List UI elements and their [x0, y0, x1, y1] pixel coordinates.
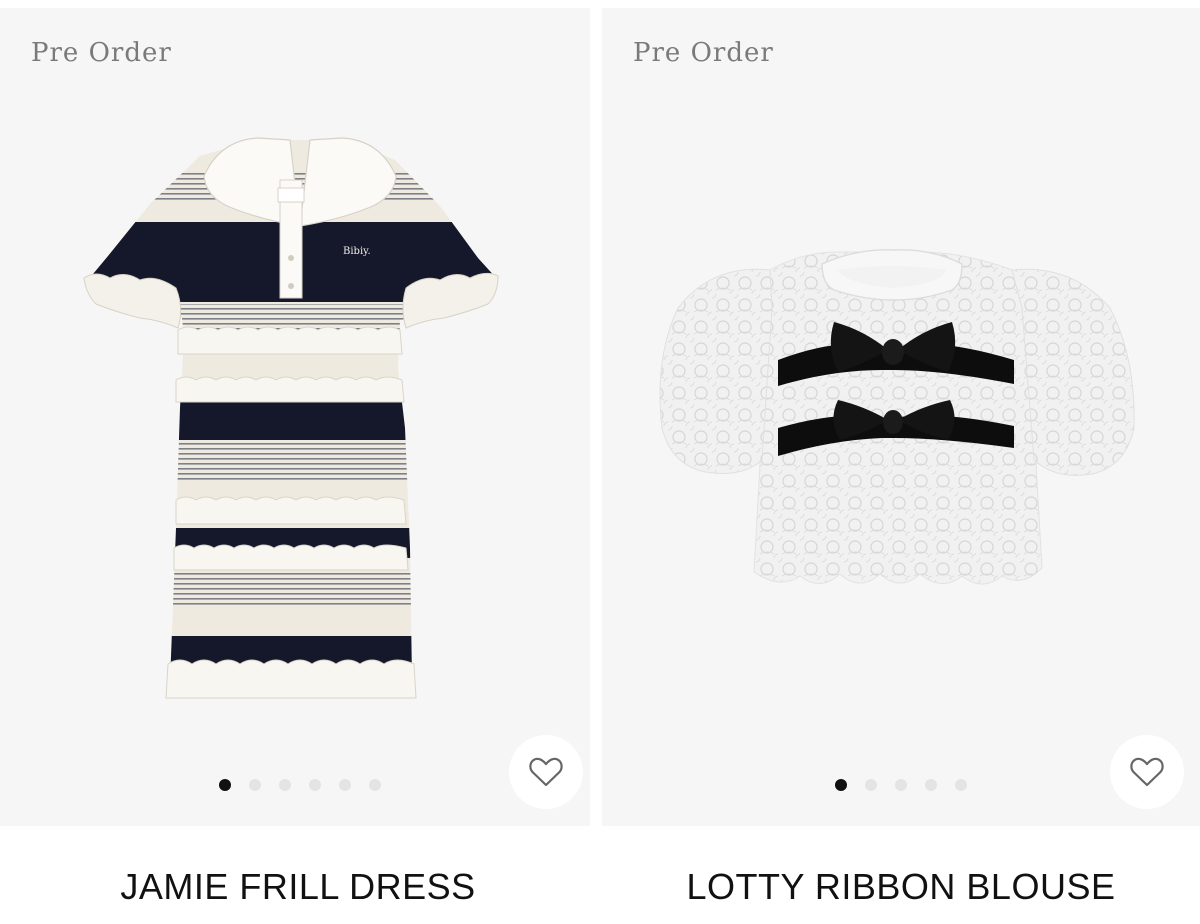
svg-text:Bibiy.: Bibiy.: [343, 246, 371, 257]
carousel-dot[interactable]: [249, 779, 261, 791]
pre-order-badge: Pre Order: [633, 38, 774, 68]
heart-icon: [529, 757, 563, 787]
product-image-dress[interactable]: Bibiy.: [0, 8, 590, 826]
product-name[interactable]: JAMIE FRILL DRESS: [0, 866, 596, 908]
product-card-lotty-ribbon-blouse[interactable]: Pre Order LOTTY RIBBON BLOUSE: [602, 0, 1200, 924]
carousel-dot[interactable]: [895, 779, 907, 791]
image-carousel-dots[interactable]: [219, 779, 381, 791]
product-image-area[interactable]: Bibiy. Pre Order: [0, 8, 590, 826]
product-card-jamie-frill-dress[interactable]: Bibiy. Pre Order JAMIE FRILL DRESS: [0, 0, 590, 924]
carousel-dot[interactable]: [865, 779, 877, 791]
wishlist-button[interactable]: [1110, 735, 1184, 809]
carousel-dot[interactable]: [925, 779, 937, 791]
image-carousel-dots[interactable]: [835, 779, 967, 791]
pre-order-badge: Pre Order: [31, 38, 172, 68]
carousel-dot[interactable]: [955, 779, 967, 791]
carousel-dot[interactable]: [309, 779, 321, 791]
carousel-dot[interactable]: [339, 779, 351, 791]
product-name[interactable]: LOTTY RIBBON BLOUSE: [602, 866, 1200, 908]
product-image-blouse[interactable]: [602, 8, 1200, 826]
carousel-dot[interactable]: [369, 779, 381, 791]
carousel-dot-active[interactable]: [219, 779, 231, 791]
carousel-dot[interactable]: [279, 779, 291, 791]
product-image-area[interactable]: Pre Order: [602, 8, 1200, 826]
carousel-dot-active[interactable]: [835, 779, 847, 791]
product-grid: Bibiy. Pre Order JAMIE FRILL DRESS Pre O…: [0, 0, 1200, 924]
heart-icon: [1130, 757, 1164, 787]
wishlist-button[interactable]: [509, 735, 583, 809]
